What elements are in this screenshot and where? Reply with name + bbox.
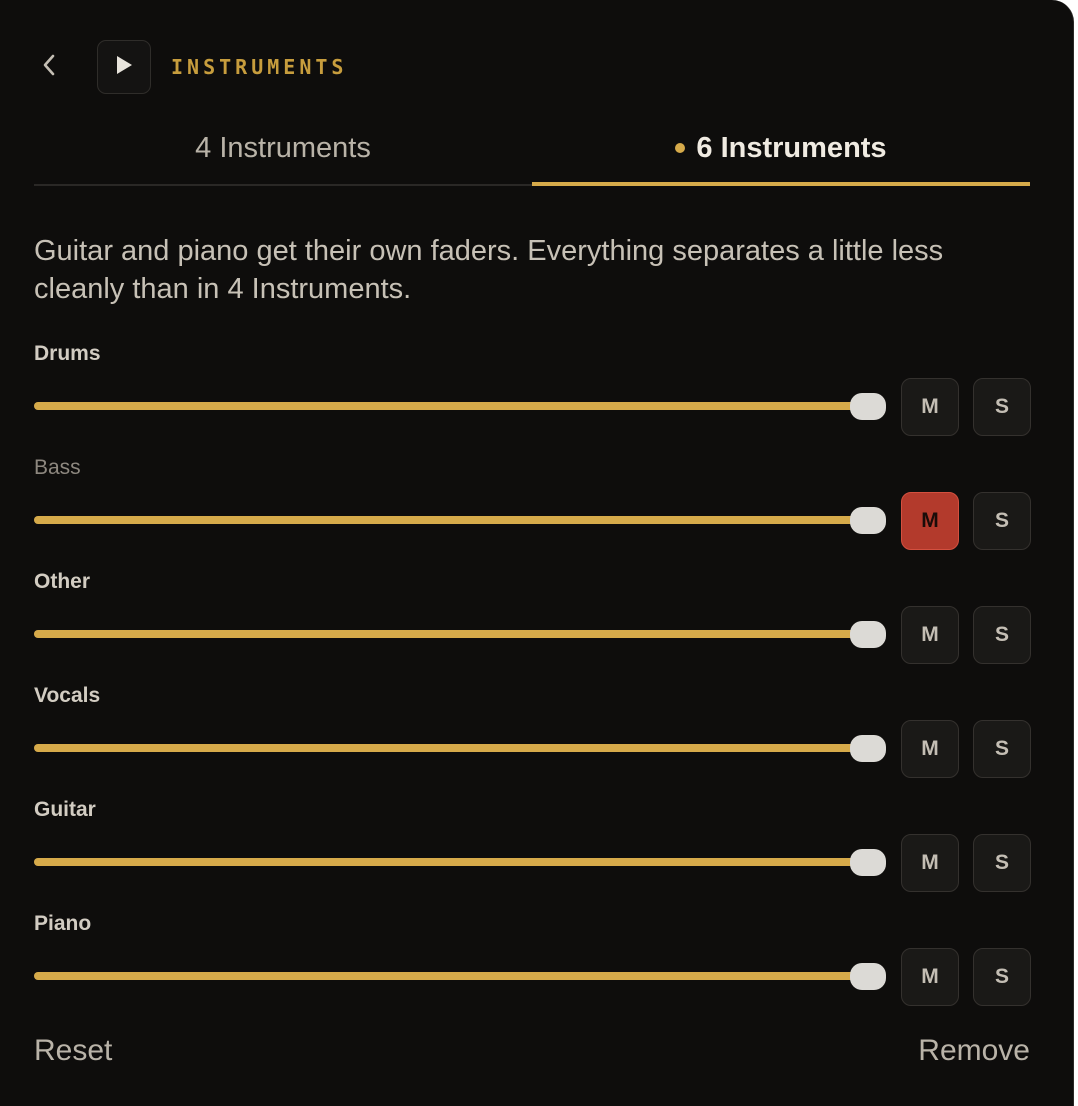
fader-fill	[34, 402, 868, 410]
track-label: Vocals	[34, 684, 101, 707]
fader-fill	[34, 744, 868, 752]
remove-button[interactable]: Remove	[918, 1034, 1030, 1068]
instruments-panel: INSTRUMENTS 4 Instruments 6 Instruments …	[0, 0, 1074, 1106]
volume-fader[interactable]	[34, 834, 886, 890]
tab-label: 6 Instruments	[696, 131, 887, 164]
fader-knob[interactable]	[850, 621, 886, 648]
volume-fader[interactable]	[34, 606, 886, 662]
track-label: Guitar	[34, 798, 96, 821]
play-icon	[115, 55, 133, 80]
panel-title: INSTRUMENTS	[171, 55, 348, 79]
mute-button[interactable]: M	[901, 948, 959, 1006]
fader-knob[interactable]	[850, 849, 886, 876]
mute-button[interactable]: M	[901, 720, 959, 778]
fader-knob[interactable]	[850, 963, 886, 990]
reset-button[interactable]: Reset	[34, 1034, 112, 1068]
fader-knob[interactable]	[850, 393, 886, 420]
fader-knob[interactable]	[850, 507, 886, 534]
mode-tabs: 4 Instruments 6 Instruments	[34, 112, 1030, 186]
tab-6-instruments[interactable]: 6 Instruments	[532, 112, 1030, 186]
track-row-other: Other M S	[34, 570, 1031, 684]
track-label: Bass	[34, 456, 81, 479]
mute-button[interactable]: M	[901, 492, 959, 550]
track-row-piano: Piano M S	[34, 912, 1031, 1026]
track-row-vocals: Vocals M S	[34, 684, 1031, 798]
back-button[interactable]	[34, 40, 78, 94]
chevron-left-icon	[42, 53, 56, 82]
solo-button[interactable]: S	[973, 834, 1031, 892]
panel-header: INSTRUMENTS	[34, 40, 347, 94]
fader-fill	[34, 858, 868, 866]
fader-knob[interactable]	[850, 735, 886, 762]
active-dot-icon	[675, 143, 686, 153]
tab-4-instruments[interactable]: 4 Instruments	[34, 112, 532, 184]
tab-label: 4 Instruments	[195, 131, 371, 164]
solo-button[interactable]: S	[973, 492, 1031, 550]
volume-fader[interactable]	[34, 948, 886, 1004]
mute-button[interactable]: M	[901, 378, 959, 436]
solo-button[interactable]: S	[973, 606, 1031, 664]
mode-description: Guitar and piano get their own faders. E…	[34, 235, 944, 305]
fader-fill	[34, 516, 868, 524]
fader-fill	[34, 972, 868, 980]
fader-fill	[34, 630, 868, 638]
volume-fader[interactable]	[34, 492, 886, 548]
track-row-drums: Drums M S	[34, 342, 1031, 456]
track-label: Other	[34, 570, 91, 593]
track-row-bass: Bass M S	[34, 456, 1031, 570]
volume-fader[interactable]	[34, 378, 886, 434]
solo-button[interactable]: S	[973, 378, 1031, 436]
solo-button[interactable]: S	[973, 948, 1031, 1006]
volume-fader[interactable]	[34, 720, 886, 776]
track-label: Piano	[34, 912, 92, 935]
mute-button[interactable]: M	[901, 606, 959, 664]
mute-button[interactable]: M	[901, 834, 959, 892]
panel-footer: Reset Remove	[34, 1034, 1030, 1076]
play-button[interactable]	[97, 40, 151, 94]
solo-button[interactable]: S	[973, 720, 1031, 778]
track-label: Drums	[34, 342, 101, 365]
track-row-guitar: Guitar M S	[34, 798, 1031, 912]
